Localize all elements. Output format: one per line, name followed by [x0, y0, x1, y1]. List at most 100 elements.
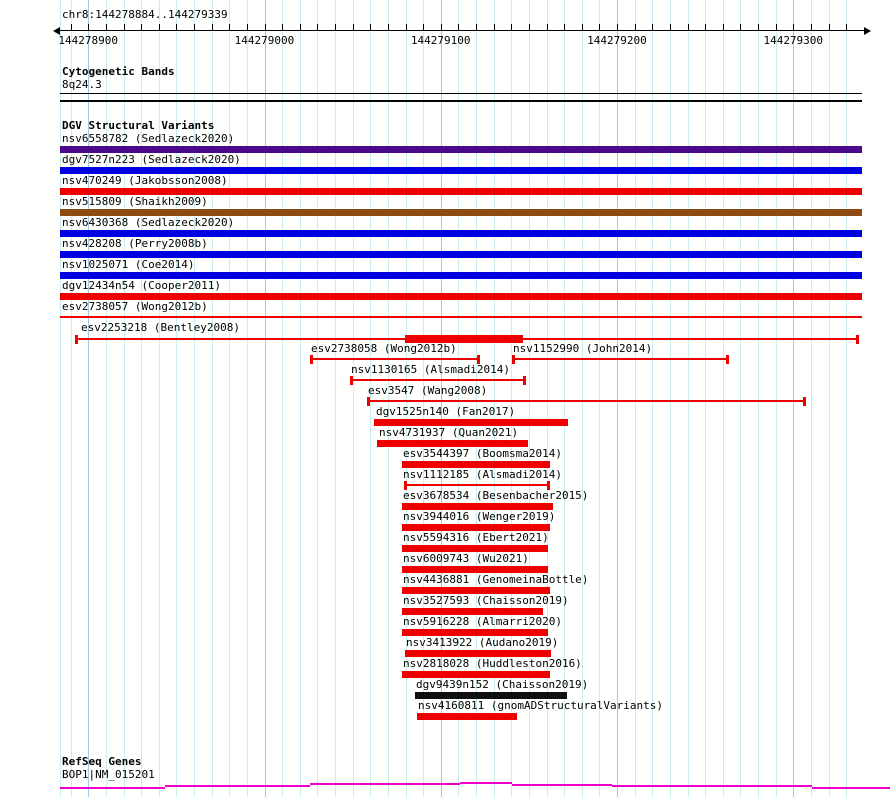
variant-bar[interactable] [60, 272, 862, 279]
variant-bar[interactable] [60, 188, 862, 195]
variant-bar[interactable] [402, 503, 553, 510]
variant-bar[interactable] [60, 167, 862, 174]
variant-bar[interactable] [417, 713, 517, 720]
variant-label[interactable]: nsv4160811 (gnomADStructuralVariants) [418, 700, 663, 712]
v-gridline [687, 0, 689, 797]
variant-label[interactable]: esv2738058 (Wong2012b) [311, 343, 457, 355]
ruler-tick [775, 24, 777, 30]
variant-line-cap [75, 335, 78, 344]
variant-label[interactable]: nsv3944016 (Wenger2019) [403, 511, 555, 523]
ruler-tick [722, 24, 724, 30]
variant-label[interactable]: nsv3527593 (Chaisson2019) [403, 595, 569, 607]
gene-line-segment[interactable] [310, 783, 460, 785]
genome-browser-panel: chr8:144278884..144279339 144278900 14427… [0, 0, 890, 797]
ruler-tick [828, 24, 830, 30]
variant-line[interactable] [405, 484, 548, 486]
v-gridline [370, 0, 372, 797]
variant-label[interactable]: nsv6558782 (Sedlazeck2020) [62, 133, 234, 145]
variant-label[interactable]: nsv4731937 (Quan2021) [379, 427, 518, 439]
ruler-tick-label: 144279100 [410, 34, 471, 47]
variant-bar[interactable] [402, 461, 550, 468]
variant-bar[interactable] [402, 524, 550, 531]
variant-line-cap [803, 397, 806, 406]
variant-label[interactable]: nsv470249 (Jakobsson2008) [62, 175, 228, 187]
variant-line-cap [512, 355, 515, 364]
variant-bar[interactable] [402, 629, 548, 636]
ruler-tick [810, 24, 812, 30]
variant-label[interactable]: esv3678534 (Besenbacher2015) [403, 490, 588, 502]
v-gridline [335, 0, 336, 797]
variant-bar[interactable] [402, 671, 550, 678]
variant-bar[interactable] [60, 146, 862, 153]
variant-bar[interactable] [415, 692, 567, 699]
ruler-tick [352, 24, 354, 30]
variant-label[interactable]: nsv1025071 (Coe2014) [62, 259, 194, 271]
variant-line[interactable] [60, 316, 862, 318]
section-title-dgv: DGV Structural Variants [62, 119, 215, 132]
variant-label[interactable]: dgv1525n140 (Fan2017) [376, 406, 515, 418]
variant-bar[interactable] [402, 608, 543, 615]
variant-label[interactable]: nsv428208 (Perry2008b) [62, 238, 208, 250]
variant-bar[interactable] [60, 251, 862, 258]
gene-line-segment[interactable] [60, 787, 165, 789]
variant-label[interactable]: nsv4436881 (GenomeinaBottle) [403, 574, 588, 586]
variant-label[interactable]: nsv5916228 (Almarri2020) [403, 616, 562, 628]
gene-line-segment[interactable] [165, 785, 310, 787]
variant-bar[interactable] [402, 545, 548, 552]
variant-label[interactable]: nsv5594316 (Ebert2021) [403, 532, 549, 544]
variant-label[interactable]: esv2253218 (Bentley2008) [81, 322, 240, 334]
variant-line-cap [856, 335, 859, 344]
v-gridline [793, 0, 795, 797]
variant-label[interactable]: nsv515809 (Shaikh2009) [62, 196, 208, 208]
ruler-tick [370, 24, 372, 30]
cytoband-label[interactable]: 8q24.3 [62, 79, 102, 91]
variant-bar[interactable] [60, 293, 862, 300]
v-gridline [722, 0, 724, 797]
variant-label[interactable]: dgv9439n152 (Chaisson2019) [416, 679, 588, 691]
v-gridline [828, 0, 830, 797]
ruler-tick-label: 144279000 [234, 34, 295, 47]
gene-line-segment[interactable] [512, 784, 612, 786]
ruler-tick [440, 24, 442, 30]
variant-label[interactable]: esv2738057 (Wong2012b) [62, 301, 208, 313]
section-title-cytogenetic-bands: Cytogenetic Bands [62, 65, 175, 78]
ruler-tick [141, 24, 143, 30]
cytoband-bottom-line [60, 100, 862, 102]
gene-line-segment[interactable] [812, 787, 890, 789]
variant-label[interactable]: nsv6009743 (Wu2021) [403, 553, 529, 565]
variant-bar[interactable] [60, 230, 862, 237]
variant-bar[interactable] [402, 566, 548, 573]
variant-bar[interactable] [60, 209, 862, 216]
variant-label[interactable]: nsv1112185 (Alsmadi2014) [403, 469, 562, 481]
variant-line[interactable] [311, 358, 478, 360]
variant-bar[interactable] [405, 650, 551, 657]
variant-label[interactable]: nsv3413922 (Audano2019) [406, 637, 558, 649]
ruler-tick [335, 24, 336, 30]
variant-line[interactable] [351, 379, 524, 381]
variant-label[interactable]: nsv2818028 (Huddleston2016) [403, 658, 582, 670]
gene-line-segment[interactable] [460, 782, 512, 784]
ruler-tick-label: 144279200 [587, 34, 647, 47]
variant-line-cap [726, 355, 729, 364]
variant-bar[interactable] [374, 419, 568, 426]
variant-label[interactable]: esv3544397 (Boomsma2014) [403, 448, 562, 460]
v-gridline [246, 0, 248, 797]
v-gridline [387, 0, 389, 797]
variant-label[interactable]: esv3547 (Wang2008) [368, 385, 487, 397]
variant-label[interactable]: dgv12434n54 (Cooper2011) [62, 280, 221, 292]
v-gridline [775, 0, 777, 797]
variant-bar[interactable] [402, 587, 550, 594]
ruler-tick-label: 144279300 [763, 34, 824, 47]
variant-label[interactable]: nsv1152990 (John2014) [513, 343, 652, 355]
ruler-tick [581, 24, 583, 30]
variant-line[interactable] [513, 358, 727, 360]
gene-line-segment[interactable] [612, 785, 812, 787]
variant-label[interactable]: dgv7527n223 (Sedlazeck2020) [62, 154, 241, 166]
ruler-tick [229, 24, 231, 30]
variant-label[interactable]: nsv1130165 (Alsmadi2014) [351, 364, 510, 376]
ruler-tick [158, 24, 160, 30]
variant-line[interactable] [368, 400, 804, 402]
variant-label[interactable]: nsv6430368 (Sedlazeck2020) [62, 217, 234, 229]
variant-bar[interactable] [377, 440, 528, 447]
gene-label[interactable]: BOP1|NM_015201 [62, 769, 155, 781]
